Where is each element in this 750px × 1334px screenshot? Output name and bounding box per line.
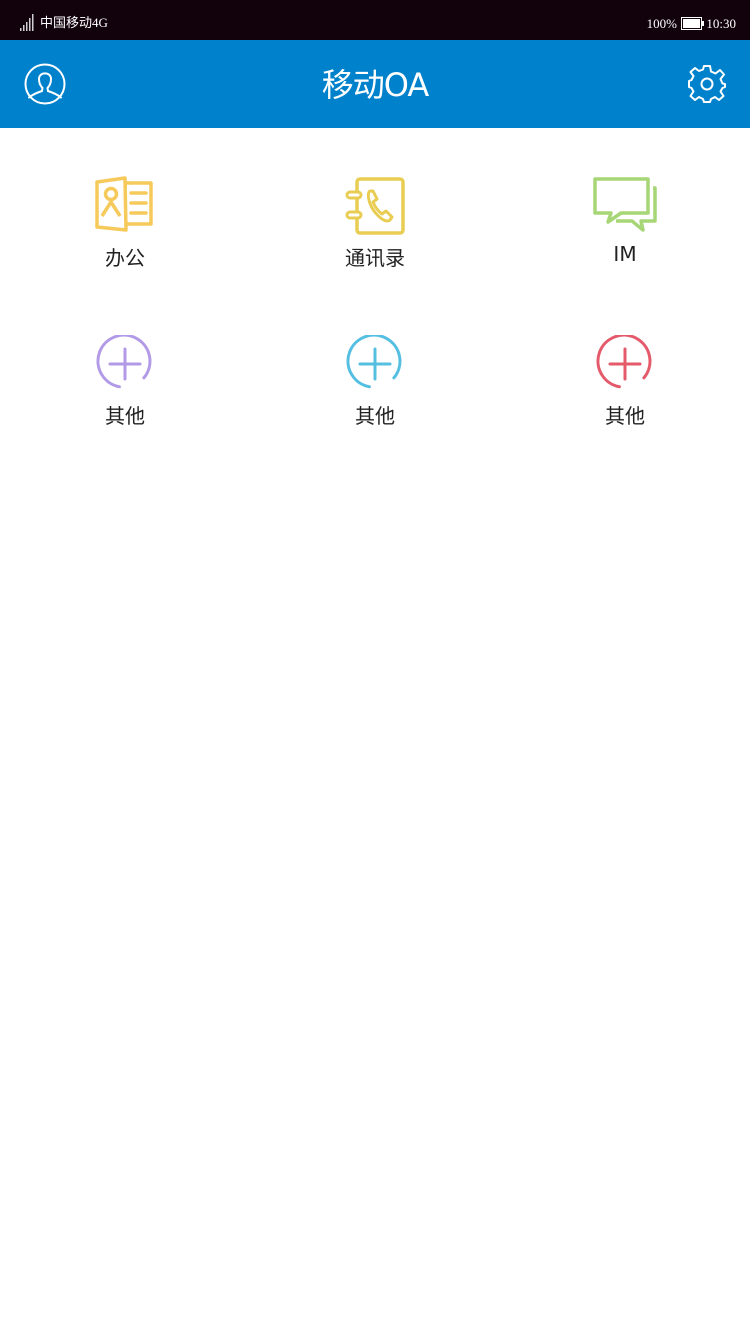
grid-item-other-3[interactable]: 其他 — [500, 318, 750, 438]
grid-item-label: 其他 — [105, 404, 145, 428]
grid-item-office[interactable]: 办公 — [0, 160, 250, 280]
grid-item-label: 其他 — [355, 404, 395, 428]
page-title: 移动OA — [321, 66, 430, 104]
grid-item-other-2[interactable]: 其他 — [250, 318, 500, 438]
status-bar: 中国移动4G 100% 10:30 — [0, 0, 750, 40]
add-circle-icon — [596, 335, 652, 389]
chat-bubbles-icon — [593, 177, 657, 232]
grid-item-other-1[interactable]: 其他 — [0, 318, 250, 438]
add-circle-icon — [346, 335, 402, 389]
address-book-phone-icon — [345, 177, 405, 235]
signal-icon — [20, 14, 34, 31]
grid-item-label: 其他 — [605, 404, 645, 428]
user-profile-icon — [24, 63, 66, 105]
office-contact-card-icon — [95, 176, 153, 232]
clock: 10:30 — [706, 16, 736, 31]
carrier-name: 中国移动4G — [40, 15, 108, 30]
app-header: 移动OA — [0, 40, 750, 128]
grid-item-label: 办公 — [105, 246, 145, 270]
battery-icon — [681, 17, 704, 30]
add-circle-icon — [96, 335, 152, 389]
grid-item-label: 通讯录 — [345, 246, 405, 270]
settings-gear-icon — [688, 65, 726, 103]
grid-item-contacts[interactable]: 通讯录 — [250, 160, 500, 280]
grid-item-label: IM — [613, 242, 637, 266]
user-profile-button[interactable] — [23, 62, 67, 106]
battery-percent: 100% — [646, 16, 677, 31]
settings-button[interactable] — [685, 62, 729, 106]
grid-item-im[interactable]: IM — [500, 160, 750, 280]
